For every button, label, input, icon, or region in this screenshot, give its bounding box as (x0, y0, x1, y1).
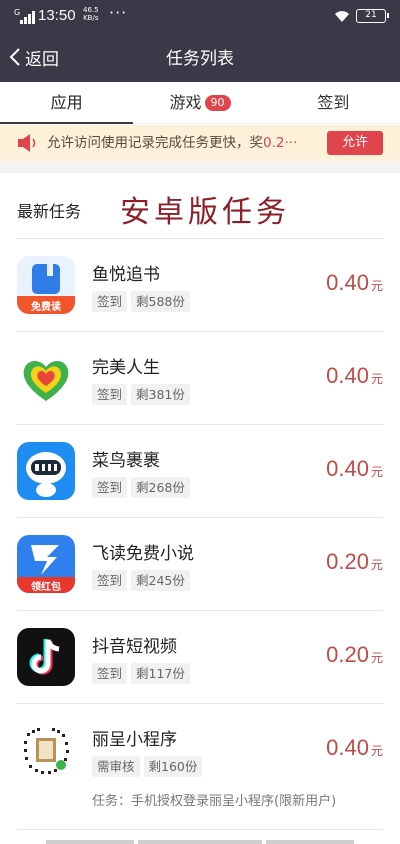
task-tag: 签到 (92, 384, 128, 405)
status-bar: G 13:50 46.5 KB/s ··· 21 (0, 0, 400, 32)
remaining-count: 剩588份 (131, 291, 190, 312)
permission-notice: 允许访问使用记录完成任务更快，奖0.2··· 允许 (0, 125, 400, 161)
bottom-toolbar-hint (0, 838, 400, 844)
tab-games[interactable]: 游戏 90 (133, 82, 266, 123)
yuyue-book-app-icon: 免费读 (17, 256, 75, 314)
remaining-count: 剩381份 (131, 384, 190, 405)
review-tag: 需审核 (92, 756, 140, 777)
task-item[interactable]: 丽呈小程序 需审核 剩160份 0.40 元 任务：手机授权登录丽呈小程序(限新用… (0, 704, 400, 830)
task-name: 完美人生 (92, 358, 160, 378)
top-bar: G 13:50 46.5 KB/s ··· 21 返回 任务列表 (0, 0, 400, 82)
status-time: 13:50 (38, 7, 76, 24)
task-reward: 0.40 元 (326, 363, 383, 388)
overlay-caption: 安卓版任务 (120, 195, 290, 230)
task-name: 菜鸟裹裹 (92, 451, 160, 471)
feidu-novel-app-icon: 领红包 (17, 535, 75, 593)
cainiao-robot-app-icon (17, 442, 75, 500)
task-tag: 签到 (92, 291, 128, 312)
count-badge: 90 (204, 95, 231, 111)
divider (0, 161, 400, 173)
divider (17, 829, 383, 830)
remaining-count: 剩245份 (131, 570, 190, 591)
task-tag: 签到 (92, 663, 128, 684)
battery-icon: 21 (356, 9, 389, 23)
task-name: 丽呈小程序 (92, 730, 177, 750)
task-item[interactable]: 抖音短视频 签到 剩117份 0.20 元 (0, 611, 400, 704)
tab-label: 游戏 (169, 93, 202, 112)
task-name: 飞读免费小说 (92, 544, 194, 564)
task-reward: 0.40 元 (326, 735, 383, 760)
heart-app-icon (17, 349, 75, 407)
task-tag: 签到 (92, 570, 128, 591)
task-item[interactable]: 完美人生 签到 剩381份 0.40 元 (0, 332, 400, 425)
remaining-count: 剩160份 (143, 756, 203, 777)
task-item[interactable]: 菜鸟裹裹 签到 剩268份 0.40 元 (0, 425, 400, 518)
task-reward: 0.40 元 (326, 456, 383, 481)
task-tag: 签到 (92, 477, 128, 498)
remaining-count: 剩117份 (131, 663, 190, 684)
nav-bar: 返回 任务列表 (0, 32, 400, 82)
task-reward: 0.20 元 (326, 642, 383, 667)
task-description: 任务：手机授权登录丽呈小程序(限新用户) (92, 794, 337, 809)
tab-checkin[interactable]: 签到 (267, 82, 400, 123)
back-label: 返回 (25, 49, 59, 70)
signal-icon: G (14, 8, 38, 24)
mini-program-qr-icon (17, 721, 75, 779)
douyin-app-icon (17, 628, 75, 686)
section-title: 最新任务 (17, 202, 82, 221)
battery-level: 21 (365, 10, 377, 20)
task-tabs: 应用 游戏 90 签到 (0, 82, 400, 124)
tab-label: 签到 (317, 93, 350, 112)
tab-label: 应用 (50, 93, 83, 112)
task-item[interactable]: 领红包 飞读免费小说 签到 剩245份 0.20 元 (0, 518, 400, 611)
page-title: 任务列表 (166, 49, 234, 69)
notice-amount: 0.2 (263, 135, 285, 151)
network-speed: 46.5 KB/s (83, 6, 99, 22)
section-header: 最新任务 安卓版任务 (0, 173, 400, 239)
task-reward: 0.40 元 (326, 270, 383, 295)
chevron-left-icon (9, 48, 20, 66)
task-item[interactable]: 免费读 鱼悦追书 签到 剩588份 0.40 元 (0, 239, 400, 332)
task-reward: 0.20 元 (326, 549, 383, 574)
notice-text: 允许访问使用记录完成任务更快，奖0.2··· (47, 135, 298, 151)
back-button[interactable]: 返回 (8, 44, 59, 70)
wifi-icon (335, 11, 349, 22)
tab-apps[interactable]: 应用 (0, 82, 134, 124)
allow-button[interactable]: 允许 (327, 131, 383, 155)
speaker-icon (18, 134, 36, 152)
more-notifications-icon: ··· (109, 3, 128, 22)
task-name: 鱼悦追书 (92, 265, 160, 285)
remaining-count: 剩268份 (131, 477, 190, 498)
task-name: 抖音短视频 (92, 637, 177, 657)
